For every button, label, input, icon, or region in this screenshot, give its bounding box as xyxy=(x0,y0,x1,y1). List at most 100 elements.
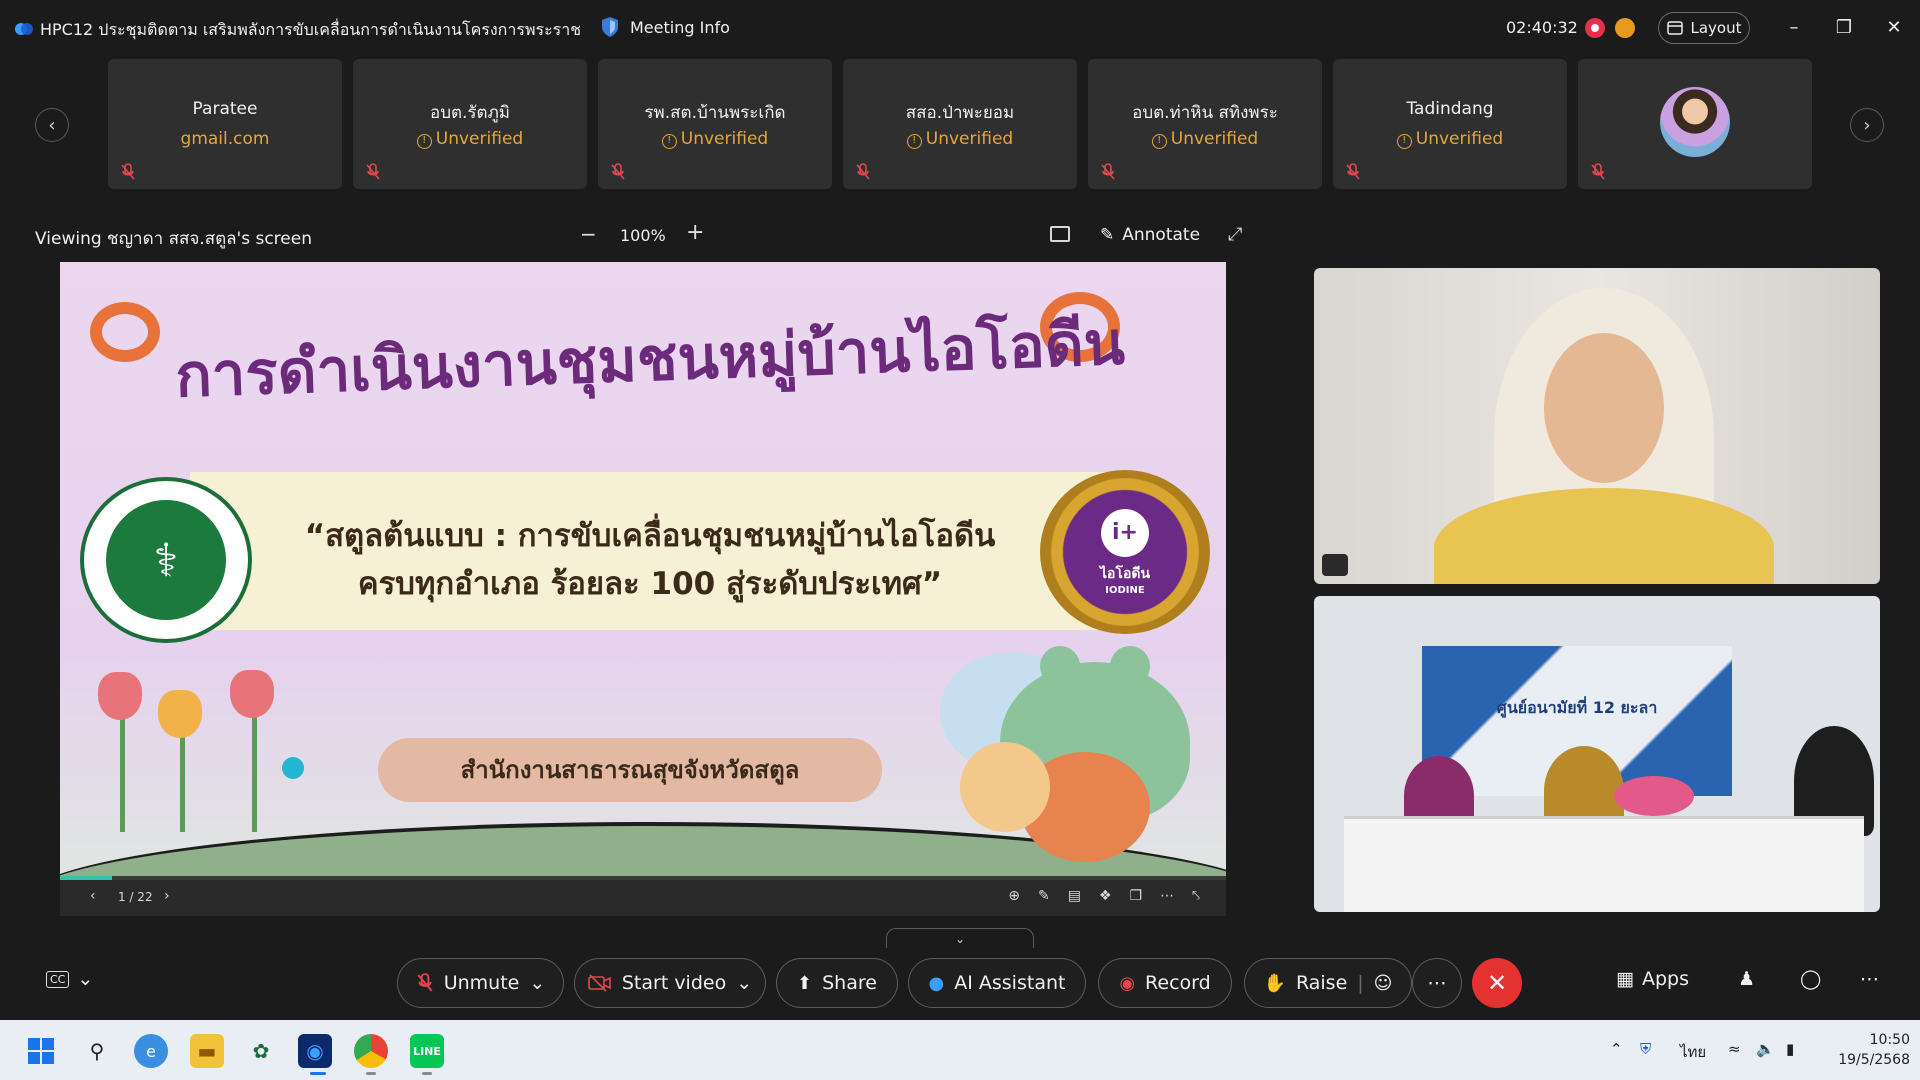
collapse-handle[interactable]: ⌄ xyxy=(886,928,1034,948)
file-explorer-icon[interactable]: ▬ xyxy=(190,1034,224,1068)
mic-muted-icon xyxy=(1101,163,1115,180)
participant-tile[interactable]: รพ.สต.บ้านพระเกิด ! Unverified xyxy=(598,59,832,189)
slide-page: 1 / 22 xyxy=(118,890,153,904)
hand-icon: ✋ xyxy=(1263,972,1286,994)
chrome-icon[interactable] xyxy=(354,1034,388,1068)
ai-assistant-button[interactable]: ● AI Assistant xyxy=(908,958,1086,1008)
strip-prev-button[interactable]: ‹ xyxy=(35,108,69,142)
warning-icon: ! xyxy=(906,134,922,149)
line-app-icon[interactable]: LINE xyxy=(410,1034,444,1068)
participant-tile[interactable]: Tadindang ! Unverified xyxy=(1333,59,1567,189)
unmute-button[interactable]: Unmute ⌄ xyxy=(397,958,564,1008)
start-video-button[interactable]: Start video ⌄ xyxy=(574,958,766,1008)
annotate-button[interactable]: ✎ Annotate xyxy=(1100,225,1200,245)
language-indicator[interactable]: ไทย xyxy=(1680,1040,1706,1064)
overflow-button[interactable]: ⋯ xyxy=(1860,968,1879,990)
mic-muted-icon xyxy=(121,163,135,180)
decor-dot xyxy=(282,757,304,779)
participants-icon: ♟ xyxy=(1738,968,1756,990)
participants-button[interactable]: ♟ xyxy=(1738,968,1755,990)
captions-button[interactable]: CC ⌄ xyxy=(46,968,93,990)
network-indicator-icon[interactable] xyxy=(1615,18,1635,38)
subtitles-icon[interactable]: ▤ xyxy=(1068,888,1081,904)
window-title: HPC12 ประชุมติดตาม เสริมพลังการขับเคลื่อ… xyxy=(40,20,580,39)
prev-slide-icon[interactable]: ‹ xyxy=(90,888,96,904)
participant-tile[interactable] xyxy=(1578,59,1812,189)
video-tile-speaker[interactable] xyxy=(1314,268,1880,584)
zoom-out-button[interactable]: − xyxy=(580,222,597,246)
system-clock[interactable]: 10:50 19/5/2568 xyxy=(1826,1030,1910,1070)
screen-share-chip-icon[interactable] xyxy=(1322,554,1348,576)
layout-icon xyxy=(1666,21,1683,35)
shrink-icon[interactable]: ⤣ xyxy=(1192,888,1200,904)
pen-icon[interactable]: ✎ xyxy=(1038,888,1050,904)
strip-next-button[interactable]: › xyxy=(1850,108,1884,142)
active-indicator xyxy=(310,1072,326,1075)
meeting-info-button[interactable]: Meeting Info xyxy=(600,16,730,38)
end-call-button[interactable]: ✕ xyxy=(1472,958,1522,1008)
wifi-icon[interactable]: ≈ xyxy=(1728,1040,1741,1058)
chevron-down-icon[interactable]: ⌄ xyxy=(529,972,545,994)
minimize-icon[interactable]: – xyxy=(1782,16,1806,40)
broadcast-icon[interactable]: ❖ xyxy=(1099,888,1112,904)
record-button[interactable]: ◉ Record xyxy=(1098,958,1232,1008)
warning-icon: ! xyxy=(1396,134,1412,149)
more-icon[interactable]: ⋯ xyxy=(1160,888,1174,904)
close-icon[interactable]: ✕ xyxy=(1882,16,1906,40)
slide-tools: ⊕ ✎ ▤ ❖ ❐ ⋯ ⤣ xyxy=(1008,888,1200,904)
chat-button[interactable]: ◯ xyxy=(1800,968,1821,990)
participant-tile[interactable]: สสอ.ป่าพะยอม ! Unverified xyxy=(843,59,1077,189)
raise-hand-button[interactable]: ✋ Raise | ☺ xyxy=(1244,958,1412,1008)
person-face xyxy=(1544,333,1664,483)
participant-tile[interactable]: อบต.ท่าหิน สทิงพระ ! Unverified xyxy=(1088,59,1322,189)
volume-muted-icon[interactable]: 🔈 xyxy=(1756,1040,1775,1058)
video-tile-room[interactable]: ศูนย์อนามัยที่ 12 ยะลา xyxy=(1314,596,1880,912)
window-icon[interactable]: ❐ xyxy=(1130,888,1143,904)
windows-start-icon[interactable] xyxy=(24,1034,58,1068)
zoom-icon[interactable]: ⊕ xyxy=(1008,888,1020,904)
person-body xyxy=(1434,488,1774,584)
decor-tulip xyxy=(98,672,142,720)
webex-icon[interactable]: ◉ xyxy=(298,1034,332,1068)
zoom-in-button[interactable]: + xyxy=(686,220,704,245)
decor-flower xyxy=(960,742,1050,832)
office-label: สำนักงานสาธารณสุขจังหวัดสตูล xyxy=(378,738,882,802)
record-icon: ◉ xyxy=(1119,972,1136,994)
chevron-right-icon: › xyxy=(1863,114,1871,136)
layout-button[interactable]: Layout xyxy=(1658,12,1750,44)
participant-tile[interactable]: อบต.รัตภูมิ ! Unverified xyxy=(353,59,587,189)
participant-name: อบต.รัตภูมิ xyxy=(429,103,511,123)
participant-tile[interactable]: Paratee gmail.com xyxy=(108,59,342,189)
start-video-label: Start video xyxy=(621,972,727,994)
chat-icon: ◯ xyxy=(1800,968,1822,990)
chevron-down-icon[interactable]: ⌄ xyxy=(736,972,752,994)
slide-controls: ‹ 1 / 22 › ⊕ ✎ ▤ ❖ ❐ ⋯ ⤣ xyxy=(60,880,1226,916)
share-button[interactable]: ⬆ Share xyxy=(776,958,898,1008)
banner-line: “สตูลต้นแบบ : การขับเคลื่อนชุมชนหมู่บ้าน… xyxy=(304,518,996,554)
caduceus-icon: ⚕ xyxy=(106,500,226,620)
record-label: Record xyxy=(1145,972,1211,994)
tray-chevron-up-icon[interactable]: ⌃ xyxy=(1610,1040,1623,1058)
webex-logo-icon xyxy=(15,23,33,35)
battery-icon[interactable]: ▮ xyxy=(1786,1040,1794,1058)
meeting-timer: 02:40:32 xyxy=(1506,18,1578,37)
mic-muted-icon xyxy=(1591,163,1605,180)
recording-indicator-icon[interactable] xyxy=(1585,18,1605,38)
board-text: ศูนย์อนามัยที่ 12 ยะลา xyxy=(1496,698,1658,717)
more-options-button[interactable]: ⋯ xyxy=(1412,958,1462,1008)
shared-screen[interactable]: การดำเนินงานชุมชนหมู่บ้านไอโอดีน “สตูลต้… xyxy=(60,262,1226,916)
next-slide-icon[interactable]: › xyxy=(164,888,170,904)
browser-edge-icon[interactable]: e xyxy=(134,1034,168,1068)
restore-icon[interactable]: ❐ xyxy=(1832,16,1856,40)
apps-button[interactable]: ▦ Apps xyxy=(1616,968,1689,990)
search-icon[interactable]: ⚲ xyxy=(80,1034,114,1068)
layout-label: Layout xyxy=(1690,19,1742,37)
apps-label: Apps xyxy=(1641,968,1689,990)
app-icon[interactable]: ✿ xyxy=(244,1034,278,1068)
reaction-icon[interactable]: ☺ xyxy=(1374,973,1393,994)
expand-icon[interactable]: ⤢ xyxy=(1228,224,1242,245)
badge-sub: IODINE xyxy=(1105,584,1145,596)
chevron-left-icon: ‹ xyxy=(48,114,56,136)
screen-options-icon[interactable] xyxy=(1050,226,1070,242)
security-shield-icon[interactable]: ⛨ xyxy=(1640,1040,1651,1058)
